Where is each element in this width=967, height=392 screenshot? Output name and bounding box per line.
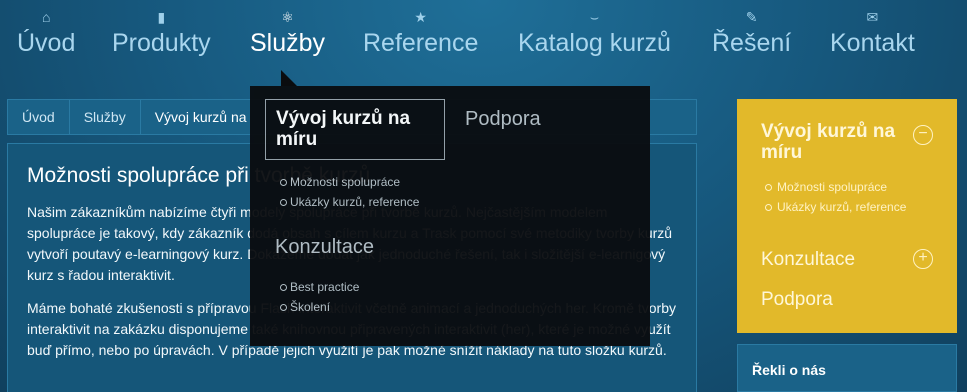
dropdown-subitem[interactable]: Best practice [280,277,359,297]
services-icon: ⚛ [281,9,294,25]
sidebar-subitem[interactable]: Ukázky kurzů, reference [761,197,933,217]
nav-item-reference[interactable]: ★ Reference [363,6,478,58]
reviews-title: Řekli o nás [752,362,826,378]
sidebar-submenu: Vývoj kurzů na míru − Možnosti spoluprác… [737,99,957,333]
star-icon: ★ [414,9,427,25]
nav-label: Produkty [112,29,211,57]
services-dropdown: Vývoj kurzů na míru Podpora Možnosti spo… [250,86,650,346]
dropdown-sublist: Možnosti spolupráce Ukázky kurzů, refere… [280,172,419,212]
nav-label: Úvod [17,29,76,57]
dropdown-pointer [281,70,297,86]
collapse-icon[interactable]: − [913,125,933,145]
nav-item-sluzby[interactable]: ⚛ Služby [250,6,325,58]
dropdown-subitem[interactable]: Možnosti spolupráce [280,172,419,192]
dropdown-sublist: Best practice Školení [280,277,359,317]
sidebar-item-konzultace[interactable]: Konzultace [761,249,855,271]
breadcrumb-item-sluzby[interactable]: Služby [70,100,141,134]
dropdown-item-vyvoj-kurzu[interactable]: Vývoj kurzů na míru [265,99,445,160]
sidebar-subitem[interactable]: Možnosti spolupráce [761,177,933,197]
catalog-icon: ⌣ [589,9,600,25]
nav-label: Katalog kurzů [518,29,671,57]
nav-label: Kontakt [830,29,915,57]
home-icon: ⌂ [41,9,51,25]
envelope-icon: ✉ [866,9,879,25]
breadcrumb-item-uvod[interactable]: Úvod [8,100,70,134]
sidebar-title[interactable]: Vývoj kurzů na míru [761,121,911,163]
sidebar-item-podpora[interactable]: Podpora [761,289,833,311]
nav-item-produkty[interactable]: ▮ Produkty [112,6,211,58]
dropdown-subitem[interactable]: Školení [280,297,359,317]
dropdown-subitem[interactable]: Ukázky kurzů, reference [280,192,419,212]
nav-item-katalog-kurzu[interactable]: ⌣ Katalog kurzů [518,6,671,58]
nav-label: Reference [363,29,479,57]
nav-item-uvod[interactable]: ⌂ Úvod [17,6,75,58]
nav-item-kontakt[interactable]: ✉ Kontakt [830,6,915,58]
sidebar-sublist: Možnosti spolupráce Ukázky kurzů, refere… [761,177,933,217]
dropdown-item-konzultace[interactable]: Konzultace [275,236,374,259]
expand-icon[interactable]: + [913,249,933,269]
book-icon: ▮ [157,9,166,25]
nav-label: Služby [250,29,326,57]
nav-item-reseni[interactable]: ✎ Řešení [712,6,791,58]
dropdown-item-podpora[interactable]: Podpora [465,108,541,131]
nav-label: Řešení [712,29,792,57]
wrench-icon: ✎ [745,9,758,25]
breadcrumb-current: Vývoj kurzů na [154,109,247,125]
reviews-box: Řekli o nás [737,344,957,392]
main-nav: ⌂ Úvod ▮ Produkty ⚛ Služby ★ Reference ⌣… [0,0,967,70]
